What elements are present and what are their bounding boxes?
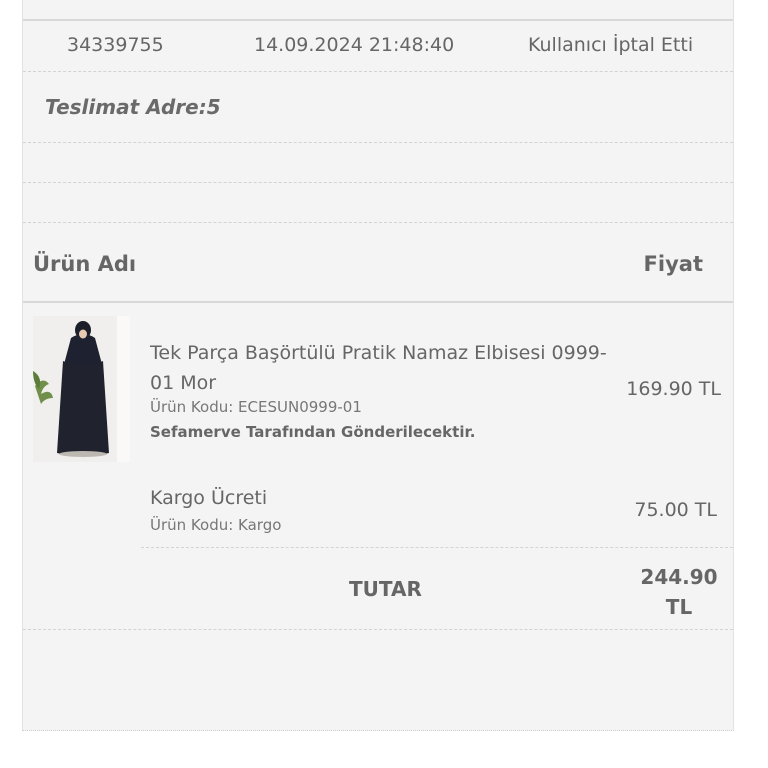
order-detail-panel: 34339755 14.09.2024 21:48:40 Kullanıcı İ…: [22, 0, 734, 731]
product-title[interactable]: Tek Parça Başörtülü Pratik Namaz Elbises…: [150, 338, 620, 398]
total-label: TUTAR: [349, 577, 422, 601]
column-header-price: Fiyat: [643, 252, 703, 276]
order-status: Kullanıcı İptal Etti: [528, 34, 694, 56]
divider: [23, 142, 733, 143]
divider: [23, 182, 733, 183]
cargo-title: Kargo Ücreti: [150, 487, 268, 509]
delivery-address-label: Teslimat Adre:5: [45, 95, 221, 119]
divider: [23, 71, 733, 72]
product-photo-icon[interactable]: [33, 316, 130, 462]
product-seller: Sefamerve Tarafından Gönderilecektir.: [150, 423, 476, 441]
column-header-product-name: Ürün Adı: [33, 252, 137, 276]
cargo-code: Ürün Kodu: Kargo: [150, 516, 282, 534]
order-summary-row: 34339755 14.09.2024 21:48:40 Kullanıcı İ…: [23, 20, 733, 72]
divider: [23, 629, 733, 630]
order-number: 34339755: [67, 34, 164, 56]
order-date: 14.09.2024 21:48:40: [254, 34, 455, 56]
header-divider: [23, 301, 733, 303]
product-code: Ürün Kodu: ECESUN0999-01: [150, 398, 362, 416]
divider: [141, 547, 733, 548]
cargo-price: 75.00 TL: [634, 499, 717, 521]
divider: [23, 222, 733, 223]
product-price: 169.90 TL: [626, 378, 721, 400]
total-value: 244.90 TL: [640, 565, 718, 619]
